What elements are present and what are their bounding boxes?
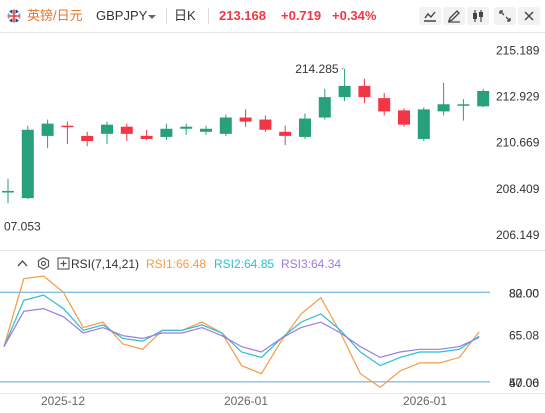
y-axis-tick-label: 210.669 [496,136,540,150]
rsi1-value: RSI1:66.48 [146,257,207,271]
candle-body [2,191,14,193]
candle-body [160,128,173,137]
candle-body [338,85,351,98]
candle-body [318,97,331,118]
candle-body [81,135,94,141]
candle-body [358,85,371,98]
x-axis-tick-label: 2026-01 [403,394,447,408]
candle-body [21,129,34,199]
y-axis-tick-label: 206.149 [496,228,540,242]
rsi-header: RSI(7,14,21) RSI1:66.48 RSI2:64.85 RSI3:… [0,254,545,272]
chart-area[interactable]: 215.189 212.929 210.669 208.409 206.149 214.2… [0,0,545,413]
candle-body [120,126,133,134]
rsi-series-line [3,294,480,367]
rsi-axis-tick-label: 80.00 [509,286,539,300]
rsi-axis-tick-label: 65.08 [509,328,539,342]
candle-body [398,110,410,125]
high-price-label: 214.285 [295,62,339,76]
candle-body [140,135,153,139]
candle-body [61,125,74,128]
x-axis-tick-label: 2025-12 [41,394,85,408]
rsi-axis-tick-label: 47.06 [509,376,539,390]
rsi2-value: RSI2:64.85 [214,257,275,271]
low-price-label: 07.053 [4,219,41,233]
y-axis-tick-label: 212.929 [496,90,540,104]
candle-body [477,90,490,107]
candle-body [299,118,311,137]
candle-body [417,109,430,139]
candle-body [279,131,292,136]
candle-body [437,104,450,112]
x-axis-tick-label: 2026-01 [224,394,268,408]
candle-body [457,104,470,106]
candle-body [259,119,272,130]
candle-body [239,117,252,122]
rsi-title[interactable]: RSI(7,14,21) [71,257,139,271]
candle-body [41,123,54,136]
y-axis-tick-label: 215.189 [496,43,540,57]
candle-body [200,128,212,132]
rsi-series-line [3,307,480,359]
expand-icon[interactable] [57,257,70,270]
candle-body [180,126,193,129]
rsi3-value: RSI3:64.34 [281,257,342,271]
settings-icon[interactable] [37,257,50,270]
candle-body [219,117,232,134]
candle-body [378,98,391,112]
collapse-icon[interactable] [16,257,29,270]
candle-body [101,124,113,134]
y-axis-tick-label: 208.409 [496,182,540,196]
